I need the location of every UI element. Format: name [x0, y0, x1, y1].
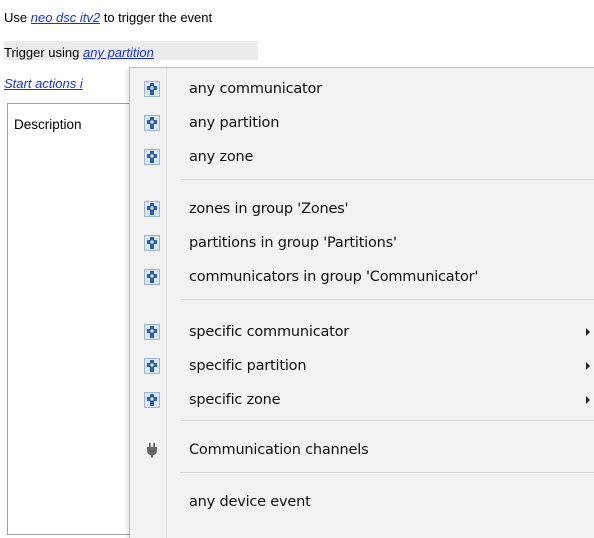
start-actions-link[interactable]: Start actions i: [4, 76, 83, 91]
menu-item-label: zones in group 'Zones': [189, 201, 349, 217]
menu-item-specific-zone[interactable]: specific zone: [130, 383, 594, 417]
menu-item-label: any device event: [189, 494, 311, 510]
menu-item-label: partitions in group 'Partitions': [189, 235, 397, 251]
menu-item-label: specific zone: [189, 392, 281, 408]
trigger-using-line: Trigger using any partition: [4, 41, 258, 60]
trigger-context-menu: any communicator any partition any zone …: [129, 67, 594, 538]
line2-prefix: Trigger using: [4, 45, 83, 60]
menu-separator: [180, 299, 594, 300]
line1-suffix: to trigger the event: [100, 10, 213, 25]
trigger-target-link[interactable]: any partition: [83, 45, 154, 60]
puzzle-icon: [144, 81, 160, 97]
line1-prefix: Use: [4, 10, 31, 25]
menu-separator: [180, 179, 594, 180]
menu-item-any-device-event[interactable]: any device event: [130, 485, 594, 519]
puzzle-icon: [144, 149, 160, 165]
menu-item-any-communicator[interactable]: any communicator: [130, 72, 594, 106]
puzzle-icon: [144, 358, 160, 374]
puzzle-icon: [144, 201, 160, 217]
menu-item-label: Communication channels: [189, 442, 369, 458]
menu-item-communication-channels[interactable]: Communication channels: [130, 433, 594, 467]
menu-item-partitions-in-group[interactable]: partitions in group 'Partitions': [130, 226, 594, 260]
trigger-source-line: Use neo dsc itv2 to trigger the event: [4, 10, 212, 25]
plug-icon: [144, 442, 160, 458]
start-actions-line: Start actions i: [4, 76, 83, 91]
device-link[interactable]: neo dsc itv2: [31, 10, 100, 25]
menu-item-any-partition[interactable]: any partition: [130, 106, 594, 140]
puzzle-icon: [144, 235, 160, 251]
puzzle-icon: [144, 324, 160, 340]
menu-separator: [180, 420, 594, 421]
menu-item-communicators-in-group[interactable]: communicators in group 'Communicator': [130, 260, 594, 294]
menu-item-any-zone[interactable]: any zone: [130, 140, 594, 174]
menu-item-label: any communicator: [189, 81, 322, 97]
menu-item-label: any zone: [189, 149, 254, 165]
menu-separator: [180, 472, 594, 473]
submenu-arrow-icon: [586, 328, 590, 336]
menu-item-label: any partition: [189, 115, 280, 131]
actions-list-panel[interactable]: [7, 103, 149, 535]
puzzle-icon: [144, 115, 160, 131]
menu-item-zones-in-group[interactable]: zones in group 'Zones': [130, 192, 594, 226]
submenu-arrow-icon: [586, 396, 590, 404]
menu-item-specific-communicator[interactable]: specific communicator: [130, 315, 594, 349]
puzzle-icon: [144, 392, 160, 408]
menu-item-label: specific communicator: [189, 324, 350, 340]
puzzle-icon: [144, 269, 160, 285]
description-column-header: Description: [14, 117, 82, 132]
menu-item-specific-partition[interactable]: specific partition: [130, 349, 594, 383]
menu-item-label: communicators in group 'Communicator': [189, 269, 479, 285]
submenu-arrow-icon: [586, 362, 590, 370]
menu-item-label: specific partition: [189, 358, 307, 374]
